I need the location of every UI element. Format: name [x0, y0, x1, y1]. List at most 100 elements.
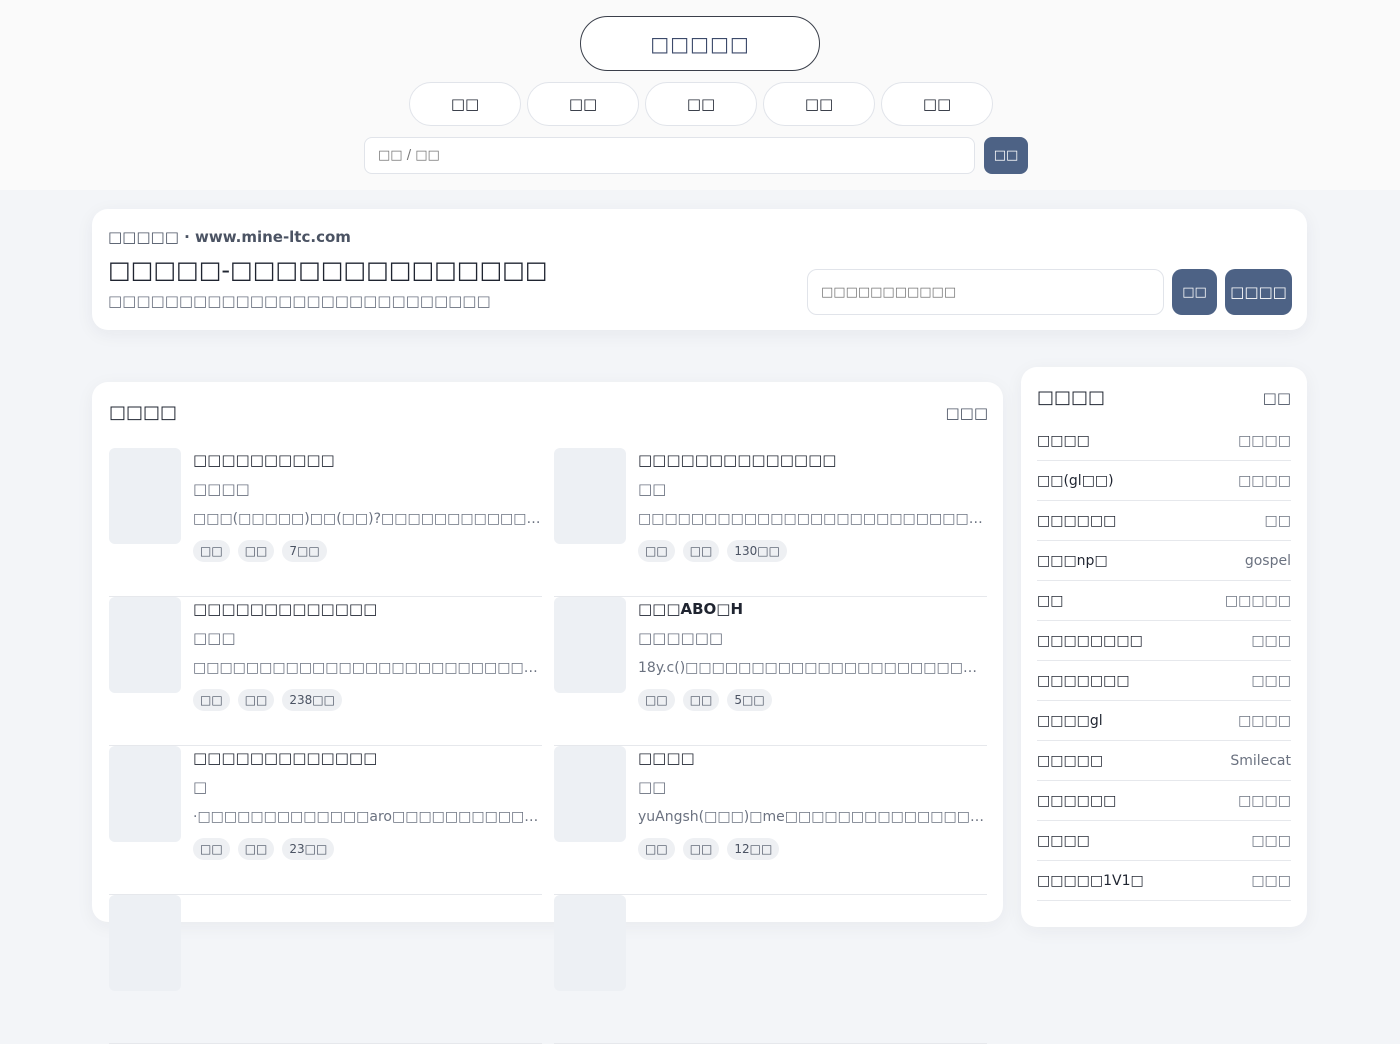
ranking-book-author: □□□□	[1238, 792, 1291, 809]
header-search: □□	[364, 137, 1028, 174]
top-header: □□□□□ □□ □□ □□ □□ □□ □□	[0, 0, 1400, 190]
book-cover[interactable]	[109, 448, 181, 544]
tag: □□	[682, 540, 720, 562]
book-tags: □□ □□ 238□□	[193, 689, 342, 711]
hero-search: □□ □□□□	[807, 269, 1292, 315]
ranking-item[interactable]: □□(gl□□) □□□□	[1037, 461, 1291, 501]
ranking-book-name[interactable]: □□□□□□□	[1037, 673, 1130, 689]
book-author: □□□	[193, 629, 236, 647]
main-more-link[interactable]: □□□	[945, 404, 988, 422]
book-author: □□□□	[193, 480, 250, 498]
header-search-input[interactable]	[364, 137, 975, 174]
ranking-book-author: □□□□	[1238, 432, 1291, 449]
book-tags: □□ □□ 23□□	[193, 838, 335, 860]
hero-search-button[interactable]: □□	[1172, 269, 1217, 315]
ranking-book-author: □□□□	[1238, 712, 1291, 729]
book-cover[interactable]	[554, 448, 626, 544]
tag: 130□□	[727, 540, 787, 562]
book-card[interactable]: □□□□□□□□□□□□□□ □□ □□□□□□□□□□□□□□□□□□□□□□…	[554, 448, 989, 597]
ranking-book-name[interactable]: □□□□□□	[1037, 793, 1116, 809]
ranking-item[interactable]: □□□np□ gospel	[1037, 541, 1291, 581]
book-author: □□	[638, 778, 667, 796]
ranking-item[interactable]: □□□□□□□	[1037, 821, 1291, 861]
nav-item-4[interactable]: □□	[763, 82, 875, 126]
ranking-book-name[interactable]: □□□□□□□□	[1037, 633, 1143, 649]
ranking-item[interactable]: □□□□□□□□	[1037, 501, 1291, 541]
ranking-book-author: □□□	[1251, 832, 1291, 849]
book-card-partial[interactable]	[554, 895, 987, 1044]
book-cover[interactable]	[554, 895, 626, 991]
ranking-header: □□□□ □□	[1037, 387, 1291, 408]
book-card[interactable]: □□□□ □□ yuAngsh(□□□)□me□□□□□□□□□□□□□□□ □□…	[554, 746, 989, 895]
book-card[interactable]: □□□□□□□□□□□□□ □ ·□□□□□□□□□□□□□aro□□□□□□□…	[109, 746, 544, 895]
book-description: □□□(□□□□□)□□(□□)?□□□□□□□□□□□□□□□□□□□□□□□…	[193, 511, 544, 527]
ranking-book-name[interactable]: □□□np□	[1037, 553, 1108, 569]
hero-title: □□□□□-□□□□□□□□□□□□□□	[108, 256, 548, 284]
hero-search-input[interactable]	[807, 269, 1164, 315]
header-search-button[interactable]: □□	[984, 137, 1028, 174]
book-card[interactable]: □□□□□□□□□□□□□ □□□ □□□□□□□□□□□□□□□□□□□□□□…	[109, 597, 544, 746]
hero-site-name: □□□□□ · www.mine-ltc.com	[108, 228, 351, 246]
book-tags: □□ □□ 5□□	[638, 689, 772, 711]
ranking-book-name[interactable]: □□□□	[1037, 433, 1090, 449]
tag: □□	[682, 689, 720, 711]
book-title[interactable]: □□□□□□□□□□□□□	[193, 600, 377, 618]
ranking-book-author: □□	[1264, 512, 1291, 529]
hero-action-button[interactable]: □□□□	[1225, 269, 1292, 315]
ranking-item[interactable]: □□□□□□□□□□	[1037, 661, 1291, 701]
tag: □□	[237, 540, 275, 562]
book-cover[interactable]	[554, 746, 626, 842]
ranking-book-name[interactable]: □□	[1037, 593, 1063, 609]
tag: □□	[638, 540, 675, 562]
book-cover[interactable]	[554, 597, 626, 693]
ranking-book-name[interactable]: □□□□□	[1037, 753, 1103, 769]
ranking-book-author: □□□□	[1238, 472, 1291, 489]
book-tags: □□ □□ 130□□	[638, 540, 787, 562]
book-cover[interactable]	[109, 597, 181, 693]
book-description: □□□□□□□□□□□□□□□□□□□□□□□□□□□□□amamam□□□□□…	[193, 660, 544, 676]
ranking-item[interactable]: □□□□□□□	[1037, 581, 1291, 621]
ranking-book-name[interactable]: □□□□□□	[1037, 513, 1116, 529]
ranking-item[interactable]: □□□□ □□□□	[1037, 421, 1291, 461]
tag: □□	[638, 689, 675, 711]
nav-item-3[interactable]: □□	[645, 82, 757, 126]
tag: □□	[193, 689, 230, 711]
book-title[interactable]: □□□□□□□□□□	[193, 451, 335, 469]
book-title[interactable]: □□□□□□□□□□□□□□	[638, 451, 836, 469]
ranking-book-author: □□□	[1251, 672, 1291, 689]
ranking-item[interactable]: □□□□□□□□ □□□	[1037, 621, 1291, 661]
book-title[interactable]: □□□□	[638, 749, 695, 767]
book-cover[interactable]	[109, 746, 181, 842]
ranking-item[interactable]: □□□□gl □□□□	[1037, 701, 1291, 741]
book-grid: □□□□□□□□□□ □□□□ □□□(□□□□□)□□(□□)?□□□□□□□…	[109, 448, 989, 1044]
ranking-book-author: □□□□□	[1224, 592, 1291, 609]
main-panel-header: □□□□ □□□	[109, 402, 988, 423]
ranking-book-name[interactable]: □□□□	[1037, 833, 1090, 849]
nav-item-2[interactable]: □□	[527, 82, 639, 126]
ranking-item[interactable]: □□□□□ Smilecat	[1037, 741, 1291, 781]
ranking-book-name[interactable]: □□□□gl	[1037, 713, 1103, 729]
book-cover[interactable]	[109, 895, 181, 991]
book-author: □□□□□□	[638, 629, 724, 647]
book-title[interactable]: □□□ABO□H	[638, 600, 743, 618]
book-title[interactable]: □□□□□□□□□□□□□	[193, 749, 377, 767]
book-card[interactable]: □□□□□□□□□□ □□□□ □□□(□□□□□)□□(□□)?□□□□□□□…	[109, 448, 544, 597]
ranking-book-name[interactable]: □□□□□1V1□	[1037, 873, 1144, 889]
ranking-item[interactable]: □□□□□□□□□□	[1037, 781, 1291, 821]
book-card[interactable]: □□□ABO□H □□□□□□ 18y.c()□□□□□□□□□□□□□□□□□…	[554, 597, 989, 746]
ranking-title: □□□□	[1037, 387, 1106, 408]
tag: □□	[237, 838, 275, 860]
nav-item-1[interactable]: □□	[409, 82, 521, 126]
ranking-book-name[interactable]: □□(gl□□)	[1037, 473, 1114, 489]
nav-item-5[interactable]: □□	[881, 82, 993, 126]
main-panel-title: □□□□	[109, 402, 178, 423]
book-author: □□	[638, 480, 667, 498]
tag: □□	[193, 838, 230, 860]
book-tags: □□ □□ 7□□	[193, 540, 327, 562]
ranking-sidebar: □□□□ □□ □□□□ □□□□ □□(gl□□) □□□□ □□□□□□ □□ □…	[1021, 367, 1307, 927]
ranking-more-link[interactable]: □□	[1263, 389, 1291, 407]
book-card-partial[interactable]	[109, 895, 542, 1044]
site-logo[interactable]: □□□□□	[580, 16, 820, 71]
book-description: □□□□□□□□□□□□□□□□□□□□□□□□□□□□□□□□□□□□□□□□…	[638, 511, 989, 527]
ranking-item[interactable]: □□□□□1V1□ □□□	[1037, 861, 1291, 901]
